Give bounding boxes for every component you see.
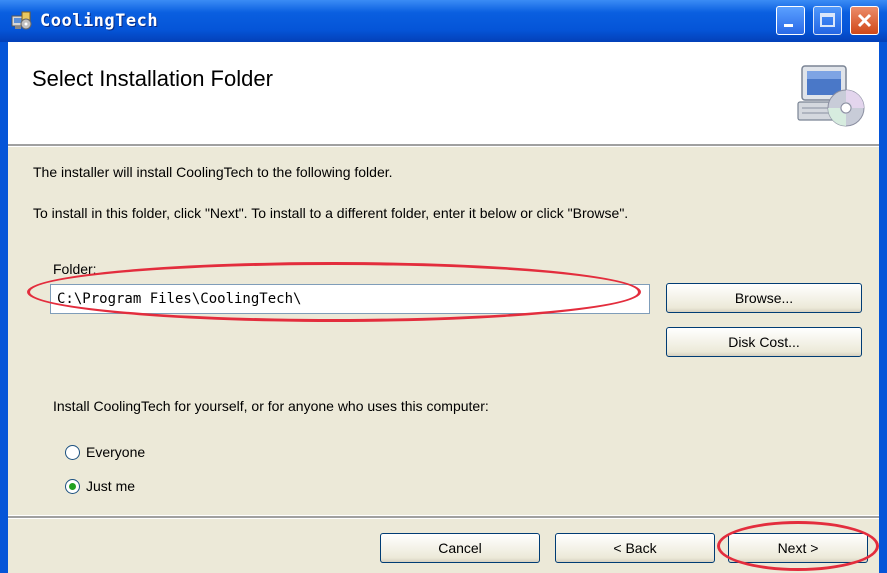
installer-icon xyxy=(11,11,32,30)
dialog-header: Select Installation Folder xyxy=(8,42,879,144)
minimize-icon xyxy=(784,24,793,27)
minimize-button[interactable] xyxy=(776,6,805,35)
folder-label: Folder: xyxy=(53,261,97,277)
install-for-prompt: Install CoolingTech for yourself, or for… xyxy=(53,398,489,414)
back-button[interactable]: < Back xyxy=(555,533,715,563)
disk-cost-button[interactable]: Disk Cost... xyxy=(666,327,862,357)
window-frame-left xyxy=(0,0,8,573)
browse-button[interactable]: Browse... xyxy=(666,283,862,313)
close-icon xyxy=(857,13,872,28)
radio-everyone[interactable]: Everyone xyxy=(65,443,185,463)
next-button[interactable]: Next > xyxy=(728,533,868,563)
window-title: CoolingTech xyxy=(40,11,159,31)
radio-label-everyone: Everyone xyxy=(86,444,146,460)
radio-button-everyone[interactable] xyxy=(65,445,80,460)
radio-label-just-me: Just me xyxy=(86,478,136,494)
close-button[interactable] xyxy=(850,6,879,35)
folder-path-input[interactable] xyxy=(50,284,650,314)
instructions-text: To install in this folder, click "Next".… xyxy=(33,205,629,221)
cancel-button[interactable]: Cancel xyxy=(380,533,540,563)
window-frame-right xyxy=(879,0,887,573)
page-title: Select Installation Folder xyxy=(32,66,273,91)
maximize-button[interactable] xyxy=(813,6,842,35)
radio-button-just-me[interactable] xyxy=(65,479,80,494)
maximize-icon xyxy=(820,13,835,27)
radio-just-me[interactable]: Just me xyxy=(65,477,185,497)
radio-selected-dot xyxy=(69,483,76,490)
computer-cd-icon xyxy=(797,65,865,127)
title-bar[interactable]: CoolingTech xyxy=(0,0,887,42)
intro-text: The installer will install CoolingTech t… xyxy=(33,164,393,180)
